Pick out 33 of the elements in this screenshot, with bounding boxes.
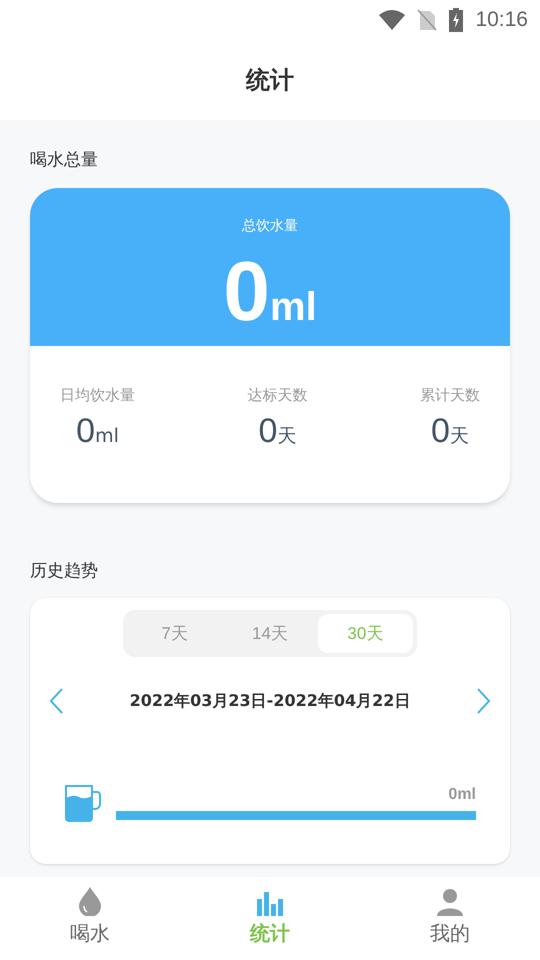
range-tab[interactable]: 14天: [222, 614, 318, 653]
stat-unit: 天: [277, 427, 296, 446]
stat-value: 0: [431, 414, 450, 448]
cup-icon: [64, 784, 102, 822]
stat-unit: ml: [95, 427, 119, 446]
total-unit: ml: [270, 286, 317, 326]
total-value: 0: [223, 248, 270, 332]
stat-label: 达标天数: [248, 384, 308, 406]
nav-tab[interactable]: 喝水: [0, 877, 180, 960]
bar-chart-icon: [257, 892, 283, 916]
section-title: 历史趋势: [30, 560, 99, 582]
page-title: 统计: [246, 65, 294, 96]
stat-label: 累计天数: [420, 384, 480, 406]
nav-tab[interactable]: 统计: [180, 877, 360, 960]
amount-label: 0ml: [448, 785, 476, 805]
range-tab[interactable]: 7天: [127, 614, 222, 653]
nav-tab[interactable]: 我的: [360, 877, 540, 960]
chevron-right-icon[interactable]: [476, 687, 492, 715]
status-time: 10:16: [475, 7, 528, 34]
stat-label: 日均饮水量: [60, 384, 135, 406]
person-icon: [437, 888, 463, 916]
battery-charging-icon: [449, 8, 464, 32]
date-range: 2022年03月23日-2022年04月22日: [130, 690, 410, 712]
wifi-icon: [379, 10, 406, 30]
chevron-left-icon[interactable]: [48, 687, 64, 715]
range-tab[interactable]: 30天: [318, 614, 413, 653]
stat-unit: 天: [450, 427, 469, 446]
section-title: 喝水总量: [30, 149, 99, 172]
stat-value: 0: [76, 414, 96, 448]
total-label: 总饮水量: [242, 216, 298, 236]
water-drop-icon: [78, 886, 102, 916]
no-sim-icon: [417, 9, 438, 31]
stat-value: 0: [258, 414, 278, 448]
